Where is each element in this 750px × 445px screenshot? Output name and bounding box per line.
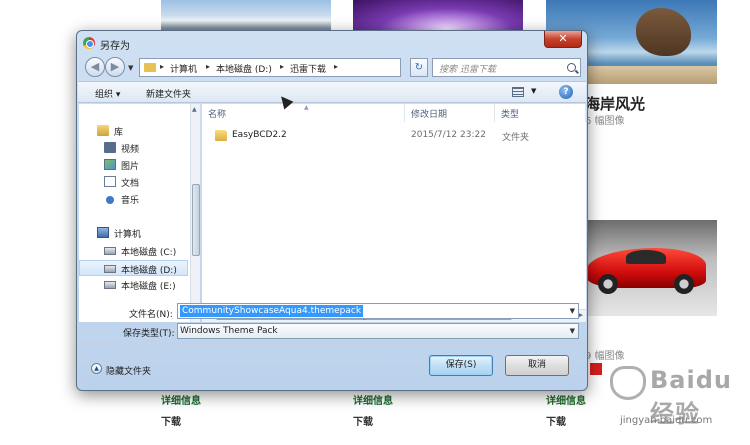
breadcrumb-xunlei[interactable]: 迅雷下载 (290, 62, 326, 75)
disk-icon (104, 281, 116, 289)
video-icon (104, 142, 116, 153)
download-link[interactable]: 下载 (546, 413, 566, 428)
sidebar-item-label: 文档 (121, 179, 140, 189)
column-header-date[interactable]: 修改日期 (405, 104, 495, 122)
cancel-button[interactable]: 取消 (505, 355, 569, 376)
car-window (626, 250, 666, 264)
red-color-swatch (590, 363, 602, 375)
sidebar-item-label: 计算机 (114, 230, 142, 240)
detail-link[interactable]: 详细信息 (546, 392, 586, 407)
folder-icon (144, 63, 156, 72)
car-wheel (598, 274, 618, 294)
dialog-footer: ▲ 隐藏文件夹 保存(S) 取消 (78, 344, 586, 389)
chevron-down-icon[interactable]: ▼ (570, 307, 575, 315)
thumbnail-red-car[interactable] (578, 220, 717, 316)
chevron-right-icon[interactable]: ▸ (280, 62, 284, 71)
scroll-up-icon[interactable]: ▲ (192, 106, 197, 113)
column-header-type[interactable]: 类型 (495, 104, 586, 122)
file-row[interactable]: EasyBCD2.2 2015/7/12 23:22 文件夹 (206, 128, 586, 144)
file-type: 文件夹 (502, 133, 530, 143)
document-icon (104, 176, 116, 187)
toolbar: 组织 ▾ 新建文件夹 ▼ ? (78, 81, 586, 103)
save-as-dialog: 另存为 ✕ ◀ ▶ ▼ ▸ 计算机 ▸ 本地磁盘 (D:) ▸ 迅雷下载 ▸ ↻… (76, 30, 588, 391)
save-button[interactable]: 保存(S) (429, 355, 493, 376)
dialog-title: 另存为 (100, 41, 130, 52)
detail-link[interactable]: 详细信息 (353, 392, 393, 407)
file-name: EasyBCD2.2 (232, 130, 287, 140)
chevron-right-icon[interactable]: ▸ (334, 62, 338, 71)
sidebar-item-label: 本地磁盘 (E:) (121, 282, 176, 292)
sidebar-item-music[interactable]: 音乐 (79, 191, 188, 207)
search-input[interactable]: 搜索 迅雷下载 (432, 58, 581, 77)
filetype-value: Windows Theme Pack (180, 326, 278, 336)
car-wheel (674, 274, 694, 294)
chevron-down-icon[interactable]: ▼ (570, 327, 575, 335)
chevron-down-icon[interactable]: ▼ (531, 87, 536, 95)
chevron-right-icon[interactable]: ▸ (160, 62, 164, 71)
filename-label: 文件名(N): (129, 310, 173, 320)
folder-icon (215, 130, 227, 141)
sort-arrow-icon: ▲ (304, 104, 309, 111)
music-icon (106, 196, 114, 204)
address-row: ◀ ▶ ▼ ▸ 计算机 ▸ 本地磁盘 (D:) ▸ 迅雷下载 ▸ ↻ 搜索 迅雷… (83, 56, 581, 80)
address-bar[interactable]: ▸ 计算机 ▸ 本地磁盘 (D:) ▸ 迅雷下载 ▸ (139, 58, 401, 77)
sidebar-item-label: 本地磁盘 (C:) (121, 248, 177, 258)
breadcrumb-disk-d[interactable]: 本地磁盘 (D:) (216, 62, 272, 75)
chevron-right-icon[interactable]: ▸ (206, 62, 210, 71)
scrollbar-thumb[interactable] (192, 184, 200, 256)
navigation-pane: 库 视频 图片 文档 音乐 计算机 本地磁盘 (C:) 本地磁盘 (D:) 本地… (79, 104, 191, 322)
help-icon[interactable]: ? (559, 85, 573, 99)
sidebar-item-label: 音乐 (121, 196, 140, 206)
sidebar-item-pictures[interactable]: 图片 (79, 157, 188, 173)
sidebar-item-disk-d[interactable]: 本地磁盘 (D:) (79, 260, 188, 276)
watermark-url: jingyan.baidu.com (620, 415, 713, 426)
search-icon[interactable] (567, 63, 576, 72)
coast-image-count: 6 幅图像 (585, 116, 625, 127)
sidebar-item-label: 库 (114, 128, 124, 138)
sidebar-item-label: 图片 (121, 162, 140, 172)
hide-folders-toggle[interactable]: 隐藏文件夹 (106, 364, 151, 377)
new-folder-button[interactable]: 新建文件夹 (146, 87, 191, 100)
sidebar-item-label: 视频 (121, 145, 140, 155)
sidebar-item-disk-c[interactable]: 本地磁盘 (C:) (79, 243, 188, 259)
thumbnail-rock (636, 8, 691, 56)
chrome-icon (83, 37, 95, 49)
picture-icon (104, 159, 116, 170)
filetype-select[interactable]: Windows Theme Pack ▼ (177, 323, 579, 339)
refresh-button[interactable]: ↻ (410, 58, 428, 77)
dialog-title-bar[interactable]: 另存为 ✕ (77, 31, 587, 55)
recent-locations-icon[interactable]: ▼ (128, 64, 133, 72)
close-button[interactable]: ✕ (544, 31, 582, 48)
chevron-up-icon[interactable]: ▲ (91, 363, 102, 374)
sidebar-item-computer[interactable]: 计算机 (79, 225, 188, 241)
breadcrumb-computer[interactable]: 计算机 (170, 62, 197, 75)
disk-icon (104, 265, 116, 273)
sidebar-item-library[interactable]: 库 (79, 123, 188, 139)
computer-icon (97, 227, 109, 238)
file-list-pane: 名称 ▲ 修改日期 类型 EasyBCD2.2 2015/7/12 23:22 … (202, 104, 586, 322)
navigation-scrollbar[interactable]: ▲ ▼ (190, 104, 200, 322)
sidebar-item-documents[interactable]: 文档 (79, 174, 188, 190)
view-options-icon[interactable] (512, 87, 524, 97)
forward-button[interactable]: ▶ (105, 57, 125, 77)
disk-icon (104, 247, 116, 255)
baidu-watermark: Baidu 经验 jingyan.baidu.com (608, 360, 748, 440)
baidu-paw-logo (610, 366, 646, 400)
coast-theme-title: 海岸风光 (585, 95, 646, 113)
file-date: 2015/7/12 23:22 (411, 130, 486, 140)
sidebar-item-label: 本地磁盘 (D:) (121, 266, 177, 276)
thumbnail-mountains[interactable] (161, 0, 331, 34)
organize-button[interactable]: 组织 ▾ (95, 87, 120, 100)
filename-value: CommunityShowcaseAqua4.themepack (180, 305, 364, 317)
back-button[interactable]: ◀ (85, 57, 105, 77)
filename-input[interactable]: CommunityShowcaseAqua4.themepack ▼ (177, 303, 579, 319)
sidebar-item-video[interactable]: 视频 (79, 140, 188, 156)
sidebar-item-disk-e[interactable]: 本地磁盘 (E:) (79, 277, 188, 293)
download-link[interactable]: 下载 (353, 413, 373, 428)
download-link[interactable]: 下载 (161, 413, 181, 428)
filetype-label: 保存类型(T): (123, 329, 175, 339)
thumbnail-purple-abstract[interactable] (353, 0, 523, 34)
library-icon (97, 125, 109, 136)
detail-link[interactable]: 详细信息 (161, 392, 201, 407)
